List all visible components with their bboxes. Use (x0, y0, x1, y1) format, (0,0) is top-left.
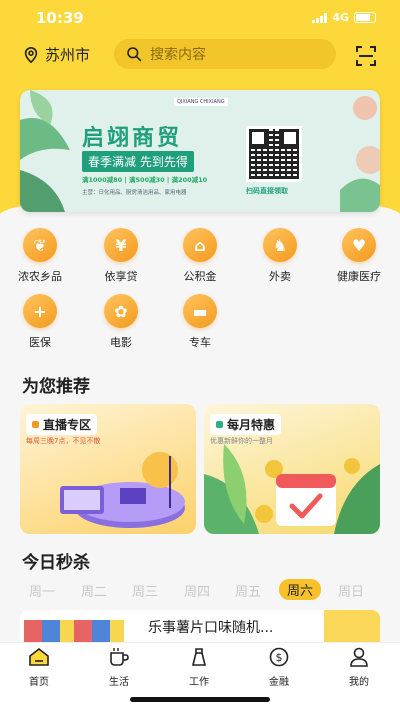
service-item[interactable]: ¥ 依享贷 (86, 228, 156, 284)
qr-code (246, 126, 302, 182)
service-label: 电影 (110, 336, 132, 349)
search-placeholder: 搜索内容 (150, 47, 206, 63)
film-icon: ✿ (104, 294, 138, 328)
tab-work[interactable]: 工作 (169, 647, 229, 688)
work-icon (191, 648, 207, 666)
dollar-icon: $ (269, 647, 289, 667)
network-label: 4G (332, 11, 349, 24)
leaf-icon: ❦ (23, 228, 57, 262)
battery-icon (354, 12, 376, 23)
banner-deals: 满1000减80 | 满500减30 | 满200减10 (82, 176, 208, 184)
tab-day[interactable]: 周二 (81, 581, 107, 600)
home-icon (29, 647, 49, 666)
service-label: 浓农乡品 (18, 270, 62, 283)
service-label: 医保 (29, 336, 51, 349)
top-header: 苏州市 搜索内容 (0, 38, 400, 72)
banner-title: 启翊商贸 (82, 125, 183, 151)
calendar-illustration (204, 444, 380, 534)
card-title: 每月特惠 (210, 414, 282, 435)
status-indicators: 4G (312, 11, 376, 24)
tab-label: 我的 (349, 677, 369, 688)
service-item[interactable]: ❦ 浓农乡品 (5, 228, 75, 284)
service-item[interactable]: ♞ 外卖 (245, 228, 315, 284)
product-name: 乐事薯片口味随机... (148, 620, 274, 636)
scan-icon[interactable] (354, 44, 378, 68)
flash-sale-title: 今日秒杀 (22, 553, 90, 573)
service-item[interactable]: + 医保 (5, 294, 75, 350)
banner-subtitle: 春季满减 先到先得 (82, 151, 194, 172)
search-icon (127, 47, 142, 62)
flower-decoration (340, 96, 380, 212)
live-zone-card[interactable]: 直播专区 每周三晚7点，不见不散 (20, 404, 196, 534)
scooter-icon: ♞ (263, 228, 297, 262)
tab-day[interactable]: 周三 (132, 581, 158, 600)
service-label: 健康医疗 (337, 270, 381, 283)
service-label: 公积金 (183, 270, 217, 283)
tab-life[interactable]: 生活 (89, 647, 149, 688)
location-pin-icon (24, 46, 38, 63)
plus-icon: + (23, 294, 57, 328)
cup-icon (110, 648, 129, 666)
service-item[interactable]: ✿ 电影 (86, 294, 156, 350)
house-icon: ⌂ (183, 228, 217, 262)
recommend-title: 为您推荐 (22, 377, 90, 397)
tab-day[interactable]: 周日 (338, 581, 364, 600)
monthly-deal-card[interactable]: 每月特惠 优惠新鲜你的一整月 (204, 404, 380, 534)
tab-label: 金融 (269, 677, 289, 688)
weekday-tabs: 周一 周二 周三 周四 周五 周六 周日 (0, 578, 400, 604)
status-time: 10:39 (36, 9, 84, 27)
tab-day-active[interactable]: 周六 (279, 579, 322, 600)
card-title: 直播专区 (26, 414, 98, 435)
status-bar: 10:39 4G (0, 0, 400, 34)
service-label: 依享贷 (104, 270, 138, 283)
service-label: 外卖 (269, 270, 291, 283)
service-item[interactable]: ♥ 健康医疗 (324, 228, 394, 284)
promo-banner[interactable]: QIXIANG CHIXIANG 启翊商贸 春季满减 先到先得 满1000减80… (20, 90, 380, 212)
service-item[interactable]: ⌂ 公积金 (165, 228, 235, 284)
tab-label: 首页 (29, 677, 49, 688)
service-label: 专车 (189, 336, 211, 349)
tab-mine[interactable]: 我的 (329, 647, 389, 688)
live-stream-illustration (60, 452, 185, 528)
tab-day[interactable]: 周一 (29, 581, 55, 600)
tab-finance[interactable]: $ 金融 (249, 647, 309, 688)
card-subtitle: 每周三晚7点，不见不散 (26, 437, 101, 445)
city-label: 苏州市 (45, 46, 91, 64)
tab-label: 工作 (189, 677, 209, 688)
banner-brand-logo: QIXIANG CHIXIANG (174, 98, 228, 106)
service-item[interactable]: ▬ 专车 (165, 294, 235, 350)
qr-label: 扫码直接领取 (246, 187, 288, 195)
location-selector[interactable]: 苏州市 (22, 44, 90, 65)
signal-icon (312, 12, 328, 23)
car-icon: ▬ (183, 294, 217, 328)
banner-categories: 主营：日化用品、厨房清洁用品、家用电器 (82, 190, 187, 196)
svg-text:$: $ (276, 651, 283, 664)
home-indicator (130, 697, 270, 702)
tab-day[interactable]: 周五 (235, 581, 261, 600)
tab-home[interactable]: 首页 (9, 647, 69, 688)
yen-icon: ¥ (104, 228, 138, 262)
search-input[interactable]: 搜索内容 (114, 39, 336, 69)
health-icon: ♥ (342, 228, 376, 262)
profile-icon (350, 647, 368, 667)
tab-day[interactable]: 周四 (184, 581, 210, 600)
leaf-decoration (20, 90, 70, 212)
tab-label: 生活 (109, 677, 129, 688)
